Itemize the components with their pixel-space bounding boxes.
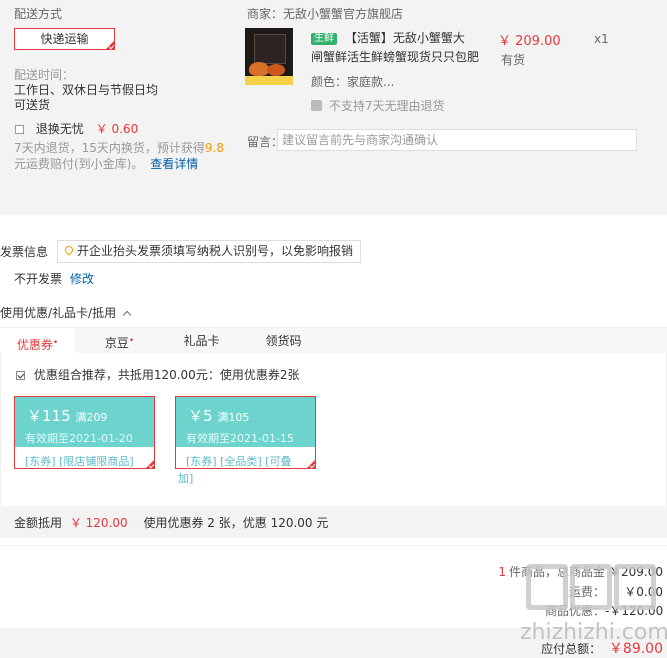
coupon-amount: ￥115 满209 bbox=[27, 407, 108, 425]
summary-amount: ￥ 120.00 bbox=[69, 516, 128, 530]
selected-check-icon bbox=[307, 460, 315, 468]
coupon-expiry: 有效期至2021-01-15 bbox=[186, 432, 294, 445]
coupon-card[interactable]: ￥115 满209 有效期至2021-01-20 [东券] [限店铺限商品] bbox=[14, 396, 155, 469]
product-title[interactable]: 生鲜 【活蟹】无敌小蟹蟹大 bbox=[311, 29, 465, 46]
watermark-text: zhizhizhi.com bbox=[520, 620, 667, 645]
tab-jingdou[interactable]: 京豆• bbox=[82, 328, 157, 354]
insurance-desc: 7天内退货，15天内换货，预计获得9.8 bbox=[14, 139, 224, 156]
invoice-edit-link[interactable]: 修改 bbox=[70, 272, 94, 286]
shipping-method-button[interactable]: 快递运输 bbox=[14, 28, 115, 50]
tab-gift-card[interactable]: 礼品卡 bbox=[164, 328, 239, 354]
insurance-checkbox[interactable] bbox=[15, 125, 24, 134]
combo-checkbox[interactable] bbox=[16, 371, 25, 380]
invoice-title: 发票信息 bbox=[0, 245, 49, 259]
no-return-notice: 不支持7天无理由退货 bbox=[311, 97, 444, 114]
invoice-tip: 开企业抬头发票须填写纳税人识别号，以免影响报销 bbox=[57, 240, 361, 263]
info-icon bbox=[311, 100, 322, 111]
product-color: 颜色：家庭款... bbox=[311, 75, 395, 89]
discount-tabs: 优惠券• 京豆• 礼品卡 领货码 bbox=[0, 327, 667, 354]
chevron-up-icon bbox=[122, 310, 132, 320]
product-stock: 有货 bbox=[501, 53, 526, 67]
selected-check-icon bbox=[146, 460, 154, 468]
coupon-amount: ￥5 满105 bbox=[188, 407, 250, 425]
insurance-price: ￥ 0.60 bbox=[95, 122, 139, 136]
coupon-scope: [东券] [限店铺限商品] bbox=[25, 455, 134, 468]
summary-label: 金额抵用 bbox=[14, 516, 63, 530]
coupon-scope: [东券] [全品类] [可叠 bbox=[186, 455, 292, 468]
insurance-detail-link[interactable]: 查看详情 bbox=[150, 157, 198, 171]
selected-check-icon bbox=[106, 41, 114, 49]
product-title-line-1: 【活蟹】无敌小蟹蟹大 bbox=[344, 31, 465, 45]
tab-redeem-code[interactable]: 领货码 bbox=[246, 328, 321, 354]
shipping-title: 配送方式 bbox=[14, 7, 63, 21]
insurance-label: 退换无忧 bbox=[35, 122, 84, 136]
coupon-expiry: 有效期至2021-01-20 bbox=[25, 432, 133, 445]
insurance-desc-2: 元运费赔付(到小金库)。 查看详情 bbox=[14, 155, 198, 172]
tab-coupons[interactable]: 优惠券• bbox=[0, 328, 75, 354]
product-qty: x1 bbox=[594, 32, 609, 46]
discount-title: 使用优惠/礼品卡/抵用 bbox=[0, 306, 117, 320]
discount-summary: 金额抵用 ￥ 120.00 使用优惠券 2 张，优惠 120.00 元 bbox=[0, 506, 667, 538]
insurance-option[interactable]: 退换无忧 ￥ 0.60 bbox=[15, 120, 138, 137]
summary-text: 使用优惠券 2 张，优惠 120.00 元 bbox=[143, 516, 329, 530]
invoice-status: 不开发票 修改 bbox=[14, 272, 94, 286]
location-pin-icon bbox=[63, 244, 75, 256]
coupon-scope-overflow: 加] bbox=[178, 472, 194, 485]
insurance-desc-text-2: 元运费赔付(到小金库)。 bbox=[14, 157, 144, 171]
fresh-badge: 生鲜 bbox=[311, 33, 337, 45]
discount-section-toggle[interactable]: 使用优惠/礼品卡/抵用 bbox=[0, 304, 132, 321]
product-price: ￥ 209.00 bbox=[498, 34, 561, 49]
delivery-time-value-2: 可送货 bbox=[14, 98, 51, 112]
product-image[interactable] bbox=[245, 28, 293, 85]
seller-name[interactable]: 商家：无敌小蟹蟹官方旗舰店 bbox=[247, 5, 403, 22]
insurance-desc-text: 7天内退货，15天内换货，预计获得 bbox=[14, 141, 205, 155]
remark-input[interactable]: 建议留言前先与商家沟通确认 bbox=[277, 129, 637, 151]
watermark: zhizhizhi.com bbox=[520, 560, 667, 658]
coupon-card[interactable]: ￥5 满105 有效期至2021-01-15 [东券] [全品类] [可叠 bbox=[175, 396, 316, 469]
shipping-method-label: 快递运输 bbox=[40, 32, 89, 46]
insurance-points: 9.8 bbox=[204, 141, 224, 155]
combo-recommend[interactable]: 优惠组合推荐，共抵用120.00元：使用优惠券2张 bbox=[16, 366, 299, 383]
product-title-line-2[interactable]: 闸蟹鲜活生鲜螃蟹现货只只包肥 bbox=[311, 48, 479, 65]
